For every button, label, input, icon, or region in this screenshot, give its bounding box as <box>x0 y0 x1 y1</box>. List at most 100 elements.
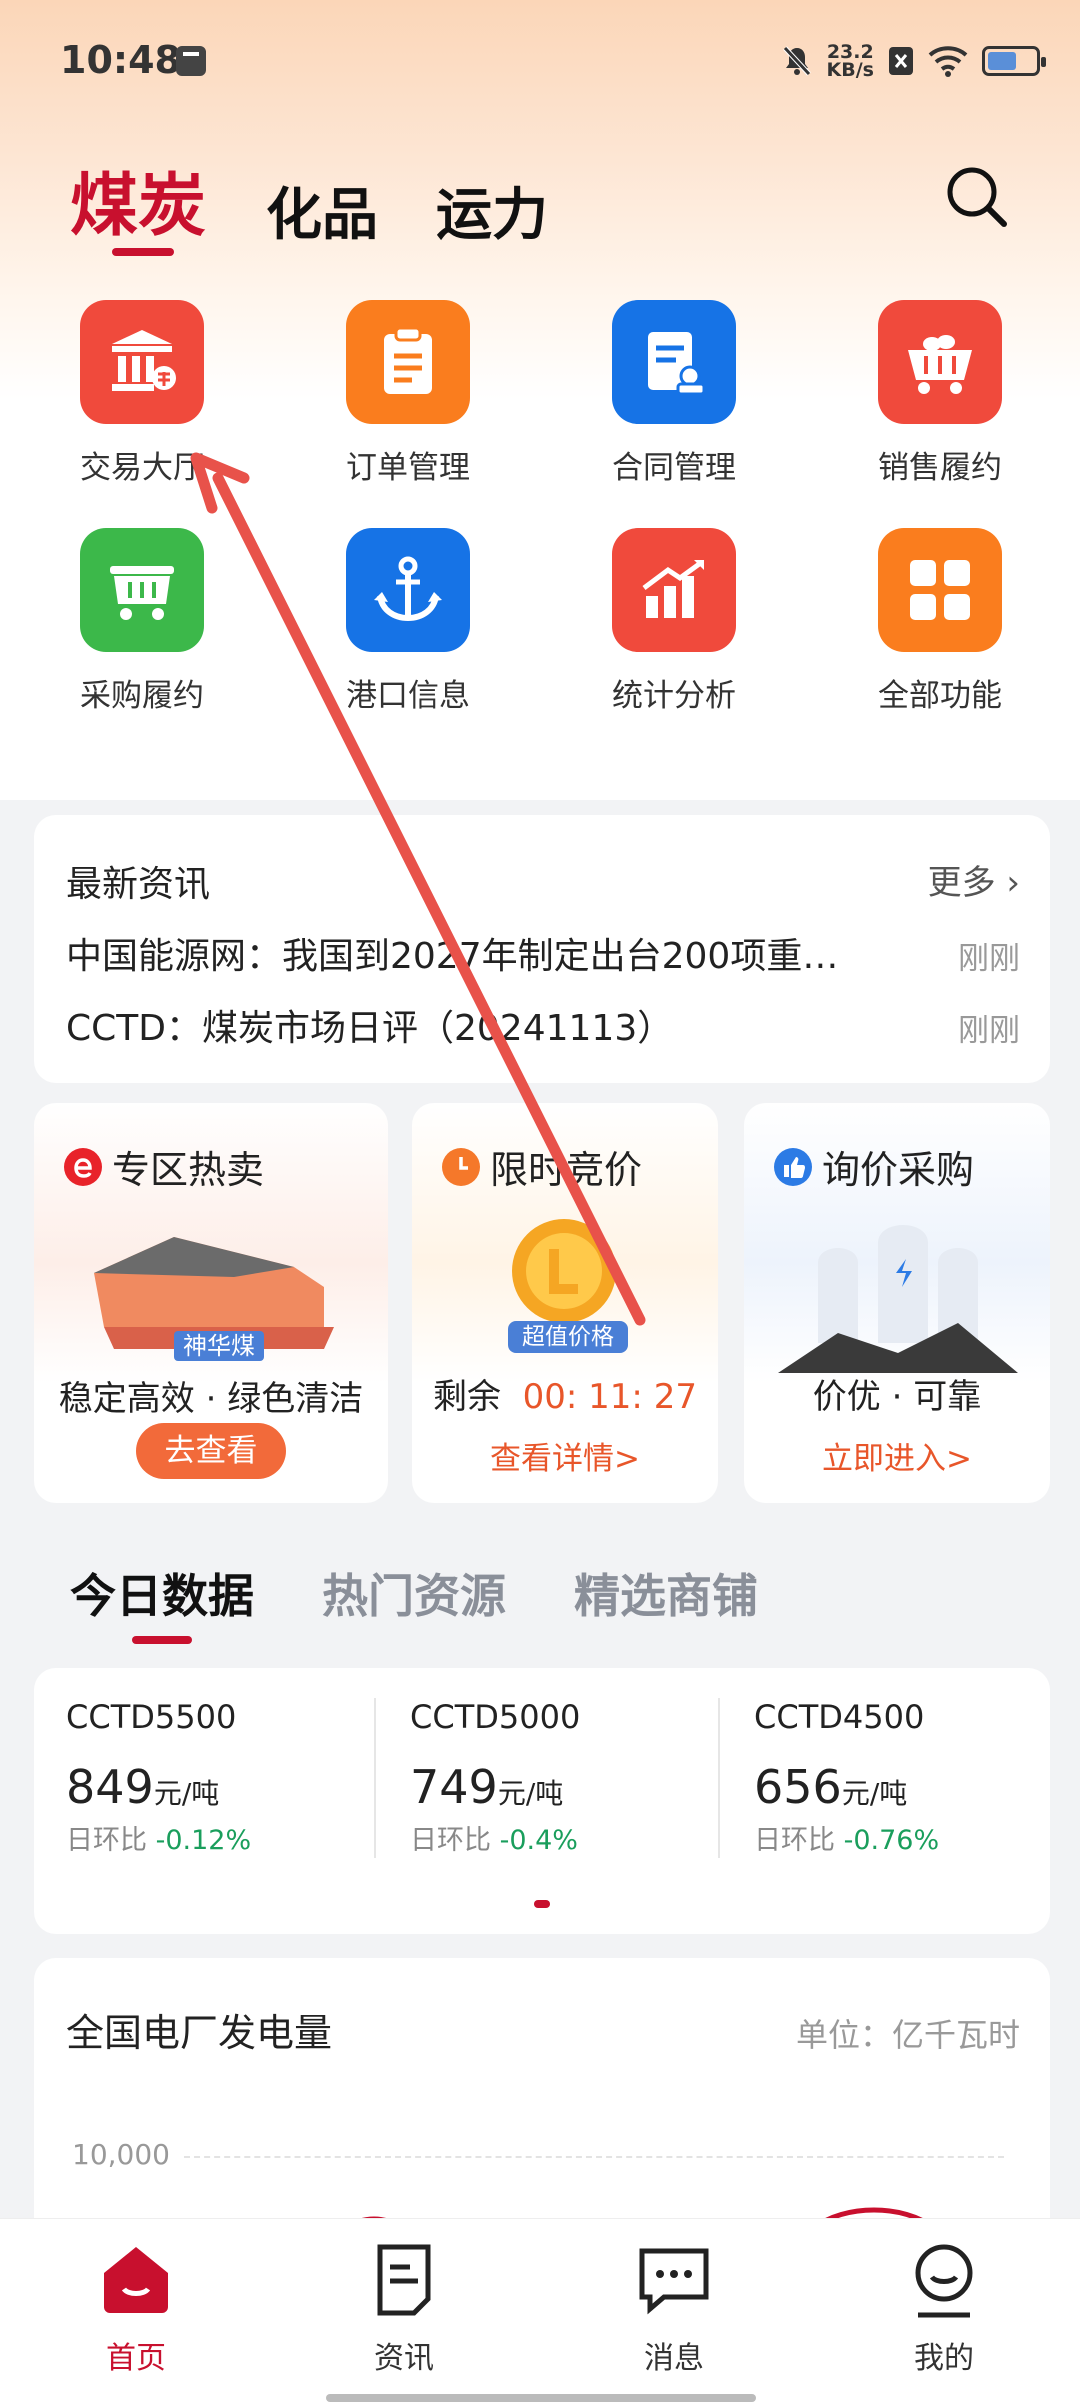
trading-hall-icon <box>80 300 204 424</box>
battery-icon <box>982 46 1046 76</box>
view-details-link[interactable]: 查看详情> <box>412 1433 718 1478</box>
news-item[interactable]: 中国能源网：我国到2027年制定出台200项重… <box>66 927 886 979</box>
grid-item-label: 订单管理 <box>346 450 470 486</box>
grid-item-label: 销售履约 <box>878 450 1002 486</box>
news-more-link[interactable]: 更多 › <box>928 855 1020 904</box>
chevron-right-icon: › <box>995 863 1020 903</box>
grid-icon <box>878 528 1002 652</box>
grid-item-port-info[interactable]: 港口信息 <box>275 528 541 728</box>
message-icon <box>639 2248 709 2315</box>
price-change: 日环比 -0.4% <box>410 1825 578 1856</box>
tab-coal[interactable]: 煤炭 <box>70 150 206 249</box>
tab-hot-resources[interactable]: 热门资源 <box>322 1560 506 1626</box>
grid-item-label: 全部功能 <box>878 678 1002 714</box>
tab-featured-shops[interactable]: 精选商铺 <box>574 1560 758 1626</box>
grid-item-label: 合同管理 <box>612 450 736 486</box>
promo-hot-sale[interactable]: 专区热卖 神华煤 稳定高效 · 绿色清洁 去查看 <box>34 1103 388 1503</box>
notification-icon <box>176 46 206 76</box>
tab-transport[interactable]: 运力 <box>436 170 548 251</box>
bottom-navigation: 首页 资讯 消息 我的 <box>0 2218 1080 2408</box>
price-name: CCTD5000 <box>410 1698 581 1736</box>
price-value: 749元/吨 <box>410 1760 564 1814</box>
bar-chart-icon <box>612 528 736 652</box>
promo-subtitle: 稳定高效 · 绿色清洁 <box>58 1379 364 1419</box>
grid-item-label: 港口信息 <box>346 678 470 714</box>
status-icons: 23.2 KB/s <box>781 36 1046 86</box>
grid-item-trading-hall[interactable]: 交易大厅 <box>9 300 275 500</box>
cart-icon <box>878 300 1002 424</box>
nav-news[interactable]: 资讯 <box>304 2239 504 2377</box>
countdown-row: 剩余 00: 11: 27 <box>433 1377 697 1417</box>
news-time: 刚刚 <box>958 1013 1020 1049</box>
tab-today-data[interactable]: 今日数据 <box>70 1560 254 1626</box>
chart-title: 全国电厂发电量 <box>66 2011 333 2055</box>
grid-item-label: 交易大厅 <box>80 450 204 486</box>
status-bar: 10:48 23.2 KB/s <box>0 0 1080 120</box>
promo-title: 限时竞价 <box>442 1139 642 1194</box>
nav-messages[interactable]: 消息 <box>574 2239 774 2377</box>
news-card: 最新资讯 更多 › 中国能源网：我国到2027年制定出台200项重… 刚刚 CC… <box>34 815 1050 1083</box>
grid-item-order-management[interactable]: 订单管理 <box>275 300 541 500</box>
grid-item-sales-fulfillment[interactable]: 销售履约 <box>807 300 1073 500</box>
page-indicator <box>534 1900 550 1908</box>
grid-item-statistics[interactable]: 统计分析 <box>541 528 807 728</box>
grid-item-all-functions[interactable]: 全部功能 <box>807 528 1073 728</box>
promo-subtitle: 价优 · 可靠 <box>812 1377 982 1417</box>
price-value: 849元/吨 <box>66 1760 220 1814</box>
price-change: 日环比 -0.76% <box>754 1825 940 1856</box>
grid-item-label: 统计分析 <box>612 678 736 714</box>
net-speed: 23.2 KB/s <box>826 41 874 81</box>
chart-unit: 单位：亿千瓦时 <box>795 2016 1020 2054</box>
grid-line <box>184 2156 1004 2158</box>
home-indicator[interactable] <box>326 2394 756 2402</box>
promo-inquiry[interactable]: 询价采购 价优 · 可靠 立即进入> <box>744 1103 1050 1503</box>
clock-icon <box>442 1147 480 1186</box>
divider <box>374 1698 376 1858</box>
contract-icon <box>612 300 736 424</box>
home-icon <box>104 2247 168 2313</box>
news-item[interactable]: CCTD：煤炭市场日评（20241113） <box>66 999 886 1051</box>
anchor-icon <box>346 528 470 652</box>
price-data-card: CCTD5500 849元/吨 日环比 -0.12% CCTD5000 749元… <box>34 1668 1050 1934</box>
nav-label: 消息 <box>644 2341 704 2376</box>
grid-item-label: 采购履约 <box>80 678 204 714</box>
promo-badge: 神华煤 <box>183 1332 255 1360</box>
go-view-button[interactable]: 去查看 <box>136 1423 286 1479</box>
price-value: 656元/吨 <box>754 1760 908 1814</box>
price-name: CCTD4500 <box>754 1698 925 1736</box>
price-change: 日环比 -0.12% <box>66 1825 252 1856</box>
enter-now-link[interactable]: 立即进入> <box>744 1433 1050 1478</box>
promo-title: 询价采购 <box>774 1139 974 1194</box>
thumbs-up-icon <box>774 1147 812 1186</box>
mine-cart-icon <box>80 528 204 652</box>
nav-label: 首页 <box>106 2341 166 2376</box>
nav-label: 资讯 <box>374 2341 434 2376</box>
mute-icon <box>782 46 811 76</box>
news-title: 最新资讯 <box>66 864 211 905</box>
divider <box>718 1698 720 1858</box>
sim-off-icon <box>889 47 913 75</box>
nav-home[interactable]: 首页 <box>36 2239 236 2377</box>
promo-badge: 超值价格 <box>522 1324 614 1350</box>
nav-profile[interactable]: 我的 <box>844 2239 1044 2377</box>
countdown-timer: 00: 11: 27 <box>522 1377 697 1417</box>
tab-chemicals[interactable]: 化品 <box>266 170 378 251</box>
price-item[interactable]: CCTD5500 849元/吨 日环比 -0.12% <box>34 1668 374 1888</box>
news-icon <box>377 2244 431 2316</box>
promo-title: 专区热卖 <box>64 1139 264 1194</box>
active-tab-indicator <box>132 1636 192 1644</box>
wifi-icon <box>928 46 968 77</box>
price-item[interactable]: CCTD4500 656元/吨 日环比 -0.76% <box>722 1668 1062 1888</box>
price-item[interactable]: CCTD5000 749元/吨 日环比 -0.4% <box>378 1668 718 1888</box>
grid-item-purchase-fulfillment[interactable]: 采购履约 <box>9 528 275 728</box>
nav-label: 我的 <box>914 2341 974 2376</box>
active-tab-indicator <box>112 248 174 256</box>
clipboard-icon <box>346 300 470 424</box>
search-icon[interactable] <box>944 164 1008 228</box>
news-time: 刚刚 <box>958 941 1020 977</box>
power-plant-illustration <box>778 1225 1018 1373</box>
profile-icon <box>915 2244 973 2318</box>
y-tick-label: 10,000 <box>72 2138 170 2171</box>
grid-item-contract-management[interactable]: 合同管理 <box>541 300 807 500</box>
promo-auction[interactable]: 限时竞价 超值价格 剩余 00: 11: 27 查看详情> <box>412 1103 718 1503</box>
